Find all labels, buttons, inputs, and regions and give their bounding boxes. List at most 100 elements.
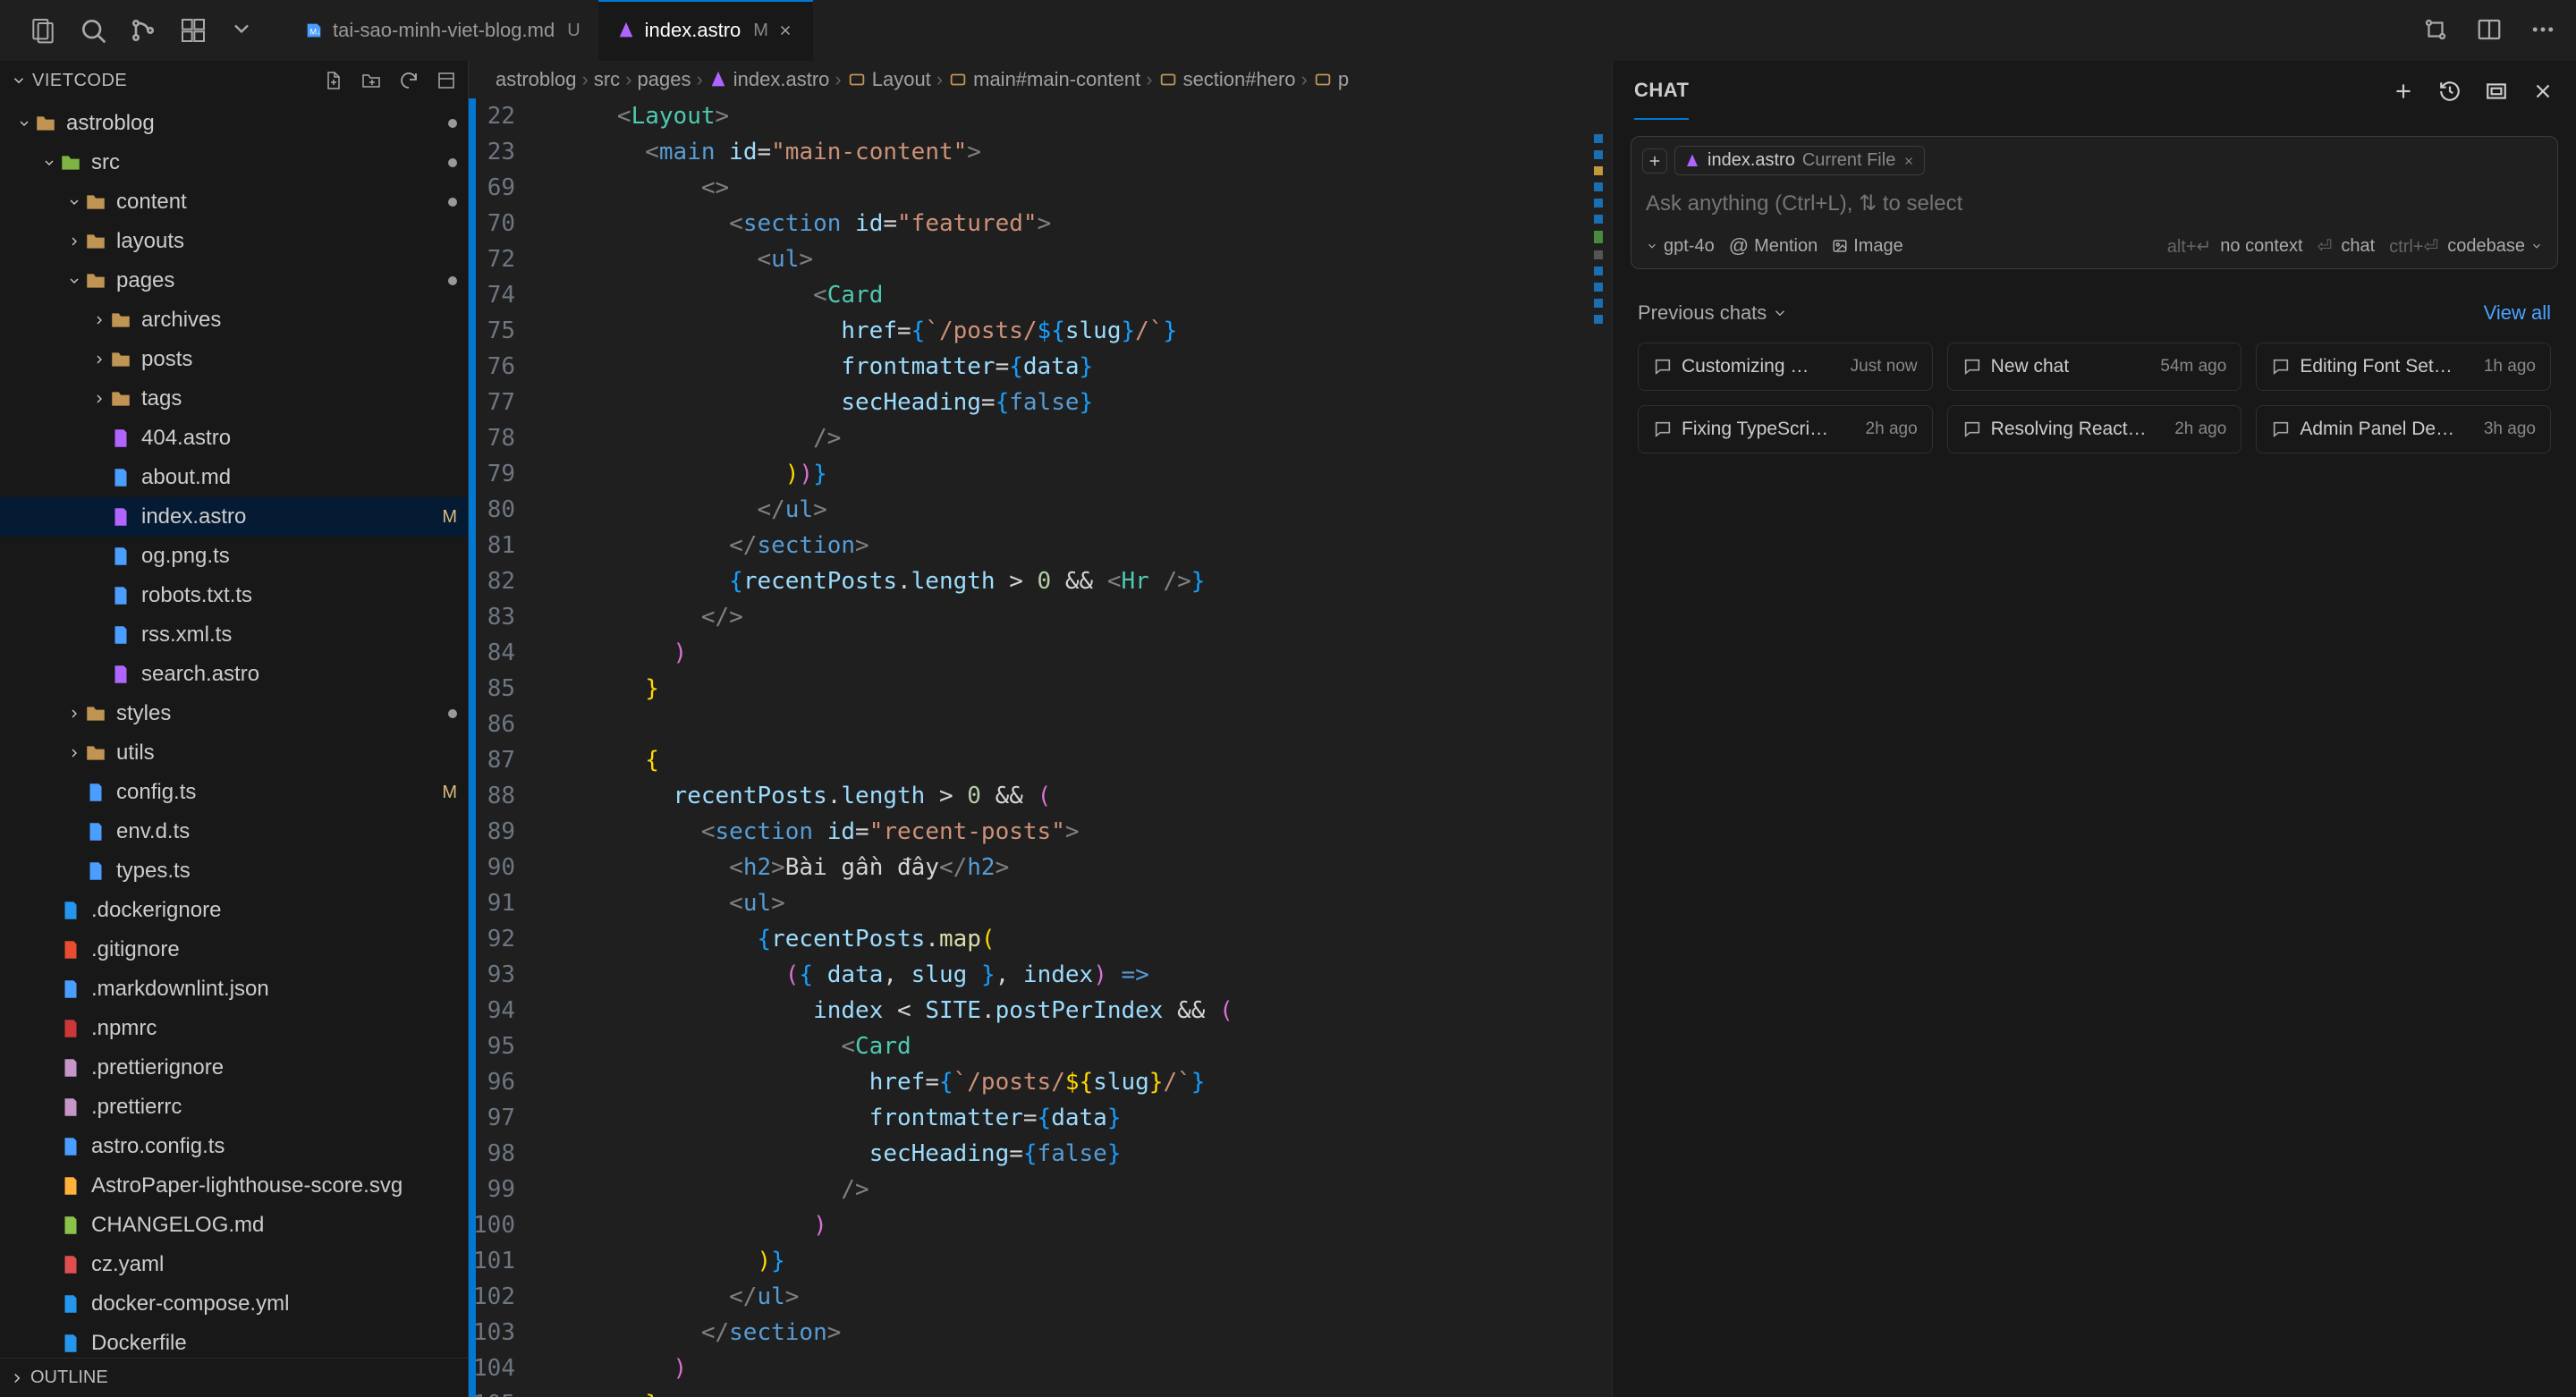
tree-item[interactable]: env.d.ts (0, 812, 468, 851)
mention-button[interactable]: @Mention (1729, 234, 1818, 258)
dirty-dot-icon (448, 276, 457, 285)
tree-item[interactable]: astroblog (0, 104, 468, 143)
editor-tab[interactable]: index.astro M (598, 0, 813, 61)
titlebar: M↓ tai-sao-minh-viet-blog.md U index.ast… (0, 0, 2576, 61)
tree-item[interactable]: robots.txt.ts (0, 576, 468, 615)
tree-item[interactable]: index.astro M (0, 497, 468, 537)
chat-history-item[interactable]: Admin Panel De… 3h ago (2256, 405, 2551, 453)
file-icon (109, 623, 132, 647)
file-icon (84, 859, 107, 883)
tree-item[interactable]: config.ts M (0, 773, 468, 812)
image-button[interactable]: Image (1832, 236, 1903, 257)
twistie-icon (64, 707, 84, 721)
editor-content[interactable]: <Layout> <main id="main-content"> <> <se… (526, 98, 1594, 1397)
explorer-title[interactable]: VIETCODE (11, 71, 323, 91)
file-icon (109, 584, 132, 607)
collapse-icon[interactable] (436, 70, 457, 91)
dirty-dot-icon (448, 709, 457, 718)
chat-history-item[interactable]: New chat 54m ago (1947, 343, 2242, 391)
file-icon (59, 1214, 82, 1237)
twistie-icon (39, 156, 59, 170)
chat-title[interactable]: CHAT (1634, 63, 1689, 120)
expand-icon[interactable] (2485, 80, 2508, 103)
more-icon[interactable] (2529, 16, 2558, 45)
sidebar: VIETCODE astroblog src content layouts p… (0, 61, 469, 1397)
search-icon[interactable] (79, 16, 107, 45)
twistie-icon (64, 195, 84, 209)
chevron-down-icon[interactable] (229, 16, 258, 45)
file-icon (59, 1292, 82, 1316)
tree-item[interactable]: .prettierrc (0, 1088, 468, 1127)
chat-send-button[interactable]: ⏎chat (2318, 235, 2376, 258)
dirty-dot-icon (448, 158, 457, 167)
model-selector[interactable]: gpt-4o (1646, 236, 1715, 257)
tree-item[interactable]: about.md (0, 458, 468, 497)
tree-item[interactable]: cz.yaml (0, 1245, 468, 1284)
chat-history-item[interactable]: Resolving React… 2h ago (1947, 405, 2242, 453)
git-compare-icon[interactable] (2422, 16, 2451, 45)
tree-item[interactable]: docker-compose.yml (0, 1284, 468, 1324)
tree-item[interactable]: .npmrc (0, 1009, 468, 1048)
file-icon (109, 387, 132, 411)
tree-item[interactable]: CHANGELOG.md (0, 1206, 468, 1245)
plus-icon[interactable] (2392, 80, 2415, 103)
tree-item[interactable]: rss.xml.ts (0, 615, 468, 655)
tree-item[interactable]: 404.astro (0, 419, 468, 458)
file-icon (59, 1017, 82, 1040)
view-all-link[interactable]: View all (2484, 301, 2551, 325)
tree-item[interactable]: .markdownlint.json (0, 969, 468, 1009)
tree-item[interactable]: posts (0, 340, 468, 379)
tree-item[interactable]: AstroPaper-lighthouse-score.svg (0, 1166, 468, 1206)
extensions-icon[interactable] (179, 16, 208, 45)
tree-item[interactable]: content (0, 182, 468, 222)
astro-icon (616, 21, 636, 40)
tree-item[interactable]: Dockerfile (0, 1324, 468, 1358)
chat-history-item[interactable]: Editing Font Set… 1h ago (2256, 343, 2551, 391)
codebase-button[interactable]: ctrl+⏎codebase (2389, 235, 2543, 258)
file-icon (84, 820, 107, 843)
tree-item[interactable]: tags (0, 379, 468, 419)
tree-item[interactable]: types.ts (0, 851, 468, 891)
twistie-icon (89, 352, 109, 367)
file-icon (109, 505, 132, 529)
file-icon (109, 309, 132, 332)
add-context-icon[interactable] (1642, 148, 1667, 174)
tree-item[interactable]: archives (0, 301, 468, 340)
file-icon (59, 899, 82, 922)
new-file-icon[interactable] (323, 70, 344, 91)
minimap[interactable] (1594, 98, 1612, 1397)
no-context-button[interactable]: alt+↵no context (2167, 235, 2303, 258)
tree-item[interactable]: og.png.ts (0, 537, 468, 576)
editor-tab[interactable]: M↓ tai-sao-minh-viet-blog.md U (286, 0, 598, 61)
tree-item[interactable]: src (0, 143, 468, 182)
history-icon[interactable] (2438, 80, 2462, 103)
tree-item[interactable]: .dockerignore (0, 891, 468, 930)
file-icon (34, 112, 57, 135)
tree-item[interactable]: utils (0, 733, 468, 773)
tree-item[interactable]: .gitignore (0, 930, 468, 969)
outline-section[interactable]: OUTLINE (0, 1358, 468, 1397)
tree-item[interactable]: pages (0, 261, 468, 301)
tree-item[interactable]: styles (0, 694, 468, 733)
explorer-icon[interactable] (29, 16, 57, 45)
tree-item[interactable]: search.astro (0, 655, 468, 694)
new-folder-icon[interactable] (360, 70, 382, 91)
tree-item[interactable]: layouts (0, 222, 468, 261)
chat-history-item[interactable]: Fixing TypeScri… 2h ago (1638, 405, 1933, 453)
split-editor-icon[interactable] (2476, 16, 2504, 45)
refresh-icon[interactable] (398, 70, 419, 91)
chat-input[interactable] (1631, 184, 2557, 227)
breadcrumb[interactable]: astroblog ›src ›pages ›index.astro ›Layo… (469, 61, 1612, 98)
chat-history-item[interactable]: Customizing … Just now (1638, 343, 1933, 391)
file-icon (59, 1135, 82, 1158)
md-icon: M↓ (304, 21, 324, 40)
tree-item[interactable]: .prettierignore (0, 1048, 468, 1088)
close-icon[interactable] (777, 22, 795, 38)
tree-item[interactable]: astro.config.ts (0, 1127, 468, 1166)
file-icon (59, 938, 82, 961)
previous-chats-label[interactable]: Previous chats (1638, 301, 1767, 325)
context-chip[interactable]: index.astro Current File (1674, 146, 1925, 175)
close-panel-icon[interactable] (2531, 80, 2555, 103)
source-control-icon[interactable] (129, 16, 157, 45)
file-icon (84, 741, 107, 765)
